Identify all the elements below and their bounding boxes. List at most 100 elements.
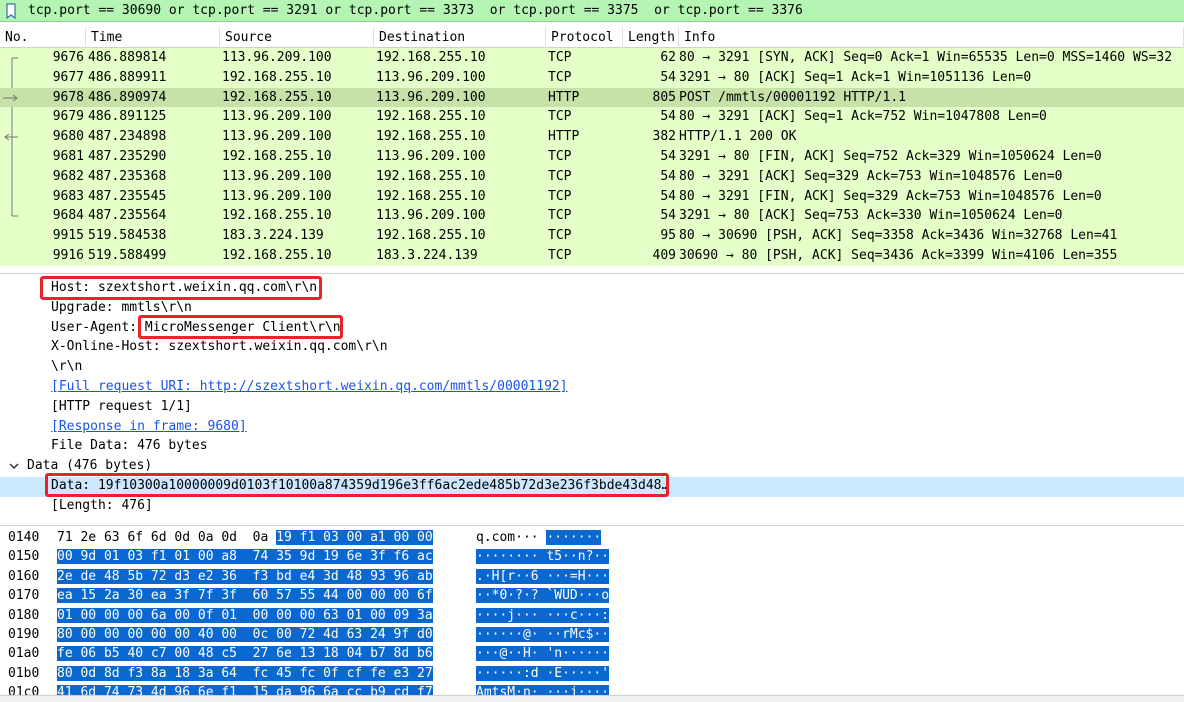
packet-cell-info: 3291 → 80 [ACK] Seq=753 Ack=330 Win=1050… (679, 208, 1063, 224)
packet-cell-info: 80 → 3291 [ACK] Seq=1 Ack=752 Win=104780… (679, 109, 1047, 125)
packet-cell-len: 382 (652, 129, 676, 145)
hex-bytes[interactable]: 2e de 48 5b 72 d3 e2 36 f3 bd e4 3d 48 9… (57, 567, 433, 586)
hex-ascii[interactable]: ······@· ··rMc$·· (476, 625, 610, 644)
packet-row[interactable]: 9679 486.891125 113.96.209.100 192.168.255.… (0, 107, 1184, 128)
hex-bytes-selected: 2e de 48 5b 72 d3 e2 36 f3 bd e4 3d 48 9… (57, 568, 433, 584)
detail-crlf[interactable]: \r\n (51, 357, 82, 377)
conversation-marker-icon (0, 107, 24, 128)
hex-bytes[interactable]: fe 06 b5 40 c7 00 48 c5 27 6e 13 18 04 b… (57, 644, 433, 663)
hex-ascii[interactable]: ······:d ·E·····' (476, 664, 610, 683)
hex-bytes-selected: 80 0d 8d f3 8a 18 3a 64 fc 45 fc 0f cf f… (57, 665, 433, 681)
response-in-frame-link[interactable]: [Response in frame: 9680] (51, 417, 247, 437)
hex-ascii-selected: ······· (546, 530, 602, 545)
column-header-source[interactable]: Source (220, 26, 374, 48)
hex-row[interactable]: 01a0 fe 06 b5 40 c7 00 48 c5 27 6e 13 18 … (0, 644, 1184, 663)
packet-cell-src: 113.96.209.100 (222, 168, 332, 184)
detail-file-data[interactable]: File Data: 476 bytes (51, 436, 208, 456)
packet-cell-dst: 192.168.255.10 (376, 188, 486, 204)
packet-cell-dst: 113.96.209.100 (376, 69, 486, 85)
hex-bytes[interactable]: ea 15 2a 30 ea 3f 7f 3f 60 57 55 44 00 0… (57, 586, 433, 605)
hex-bytes-selected: ea 15 2a 30 ea 3f 7f 3f 60 57 55 44 00 0… (57, 588, 433, 604)
column-header-no[interactable]: No. (0, 26, 86, 48)
hex-row[interactable]: 0190 80 00 00 00 00 00 40 00 0c 00 72 4d … (0, 625, 1184, 644)
full-request-uri-link[interactable]: [Full request URI: http://szextshort.wei… (51, 377, 568, 397)
hex-ascii-selected: ········ t5··n?·· (476, 549, 610, 565)
column-header-length[interactable]: Length (623, 26, 679, 48)
packet-row[interactable]: 9680 487.234898 113.96.209.100 192.168.255.… (0, 127, 1184, 148)
packet-cell-time: 487.235368 (88, 168, 167, 184)
packet-cell-time: 519.588499 (88, 247, 167, 263)
detail-http-request[interactable]: [HTTP request 1/1] (51, 397, 192, 417)
hex-row[interactable]: 0180 01 00 00 00 6a 00 0f 01 00 00 00 63 … (0, 606, 1184, 625)
packet-cell-proto: TCP (548, 50, 572, 65)
hex-dump-pane[interactable]: 0140 71 2e 63 6f 6d 0d 0a 0d 0a 19 f1 03 … (0, 525, 1184, 701)
packet-cell-info: 80 → 3291 [ACK] Seq=329 Ack=753 Win=1048… (679, 168, 1063, 184)
hex-ascii[interactable]: .·H[r··6 ···=H··· (476, 567, 610, 586)
packet-details[interactable]: Host: szextshort.weixin.qq.com\r\n Upgra… (0, 273, 1184, 518)
column-header-info[interactable]: Info (679, 26, 1184, 48)
packet-cell-info: 80 → 30690 [PSH, ACK] Seq=3358 Ack=3436 … (679, 228, 1118, 244)
hex-row[interactable]: 0140 71 2e 63 6f 6d 0d 0a 0d 0a 19 f1 03 … (0, 528, 1184, 547)
packet-cell-dst: 192.168.255.10 (376, 168, 486, 184)
packet-cell-proto: TCP (548, 188, 572, 204)
packet-cell-len: 95 (660, 228, 676, 244)
hex-bytes[interactable]: 00 9d 01 03 f1 01 00 a8 74 35 9d 19 6e 3… (57, 547, 433, 566)
hex-ascii[interactable]: ··*0·?·? `WUD···o (476, 586, 610, 605)
packet-row[interactable]: 9916 519.588499 192.168.255.10 183.3.224.13… (0, 245, 1184, 266)
hex-ascii-selected: .·H[r··6 ···=H··· (476, 568, 610, 584)
detail-length[interactable]: [Length: 476] (51, 496, 153, 516)
packet-list[interactable]: No. Time Source Destination Protocol Len… (0, 26, 1184, 268)
packet-row[interactable]: 9676 486.889814 113.96.209.100 192.168.255.… (0, 48, 1184, 68)
detail-x-online-host[interactable]: X-Online-Host: szextshort.weixin.qq.com\… (51, 337, 388, 357)
hex-row[interactable]: 0160 2e de 48 5b 72 d3 e2 36 f3 bd e4 3d … (0, 567, 1184, 586)
packet-cell-src: 113.96.209.100 (222, 129, 332, 145)
packet-cell-time: 486.890974 (88, 89, 167, 105)
column-header-time[interactable]: Time (86, 26, 220, 48)
packet-cell-dst: 183.3.224.139 (376, 247, 478, 263)
hex-bytes[interactable]: 71 2e 63 6f 6d 0d 0a 0d 0a 19 f1 03 00 a… (57, 528, 433, 547)
packet-cell-time: 486.889814 (88, 50, 167, 65)
packet-row[interactable]: 9683 487.235545 113.96.209.100 192.168.255.… (0, 186, 1184, 207)
hex-bytes[interactable]: 80 0d 8d f3 8a 18 3a 64 fc 45 fc 0f cf f… (57, 664, 433, 683)
packet-cell-proto: HTTP (548, 89, 580, 105)
packet-cell-info: 80 → 3291 [SYN, ACK] Seq=0 Ack=1 Win=655… (679, 50, 1173, 65)
hex-ascii-selected: ··*0·?·? `WUD···o (476, 588, 610, 604)
packet-row[interactable]: 9684 487.235564 192.168.255.10 113.96.209.1… (0, 206, 1184, 227)
hex-row[interactable]: 01b0 80 0d 8d f3 8a 18 3a 64 fc 45 fc 0f … (0, 664, 1184, 683)
hex-ascii[interactable]: ····j··· ···c···: (476, 606, 610, 625)
hex-bytes[interactable]: 80 00 00 00 00 00 40 00 0c 00 72 4d 63 2… (57, 625, 433, 644)
hex-bytes[interactable]: 01 00 00 00 6a 00 0f 01 00 00 00 63 01 0… (57, 606, 433, 625)
packet-cell-time: 487.235290 (88, 148, 167, 164)
hex-row[interactable]: 0170 ea 15 2a 30 ea 3f 7f 3f 60 57 55 44 … (0, 586, 1184, 605)
packet-cell-proto: TCP (548, 208, 572, 224)
packet-cell-proto: TCP (548, 148, 572, 164)
packet-cell-src: 113.96.209.100 (222, 109, 332, 125)
hex-ascii-selected: ····j··· ···c···: (476, 607, 610, 623)
hex-ascii[interactable]: ········ t5··n?·· (476, 547, 610, 566)
display-filter-input[interactable]: tcp.port == 30690 or tcp.port == 3291 or… (22, 3, 803, 18)
column-header-protocol[interactable]: Protocol (546, 26, 623, 48)
display-filter-bar[interactable]: tcp.port == 30690 or tcp.port == 3291 or… (0, 0, 1184, 22)
packet-cell-dst: 192.168.255.10 (376, 50, 486, 65)
bookmark-icon[interactable] (0, 0, 22, 22)
packet-row[interactable]: 9681 487.235290 192.168.255.10 113.96.209.1… (0, 146, 1184, 167)
hex-ascii[interactable]: ···@··H· 'n······ (476, 644, 610, 663)
chevron-down-icon[interactable] (8, 456, 20, 476)
packet-row[interactable]: 9915 519.584538 183.3.224.139 192.168.255.1… (0, 226, 1184, 246)
conversation-marker-icon (0, 186, 24, 207)
packet-cell-len: 54 (660, 208, 676, 224)
hex-offset: 01a0 (8, 646, 40, 662)
column-header-destination[interactable]: Destination (374, 26, 546, 48)
packet-cell-info: 30690 → 80 [PSH, ACK] Seq=3436 Ack=3399 … (679, 247, 1118, 263)
packet-cell-info: HTTP/1.1 200 OK (679, 129, 797, 145)
hex-row[interactable]: 0150 00 9d 01 03 f1 01 00 a8 74 35 9d 19 … (0, 547, 1184, 566)
packet-row[interactable]: 9682 487.235368 113.96.209.100 192.168.255.… (0, 166, 1184, 187)
packet-cell-proto: TCP (548, 69, 572, 85)
hex-ascii[interactable]: q.com··· ······· (476, 528, 602, 547)
packet-row[interactable]: 9678 486.890974 192.168.255.10 113.96.209.1… (0, 87, 1184, 108)
hex-bytes-selected: 00 9d 01 03 f1 01 00 a8 74 35 9d 19 6e 3… (57, 549, 433, 565)
status-bar (0, 695, 1184, 702)
packet-cell-src: 113.96.209.100 (222, 50, 332, 65)
packet-cell-proto: TCP (548, 228, 572, 244)
packet-row[interactable]: 9677 486.889911 192.168.255.10 113.96.209.1… (0, 67, 1184, 88)
